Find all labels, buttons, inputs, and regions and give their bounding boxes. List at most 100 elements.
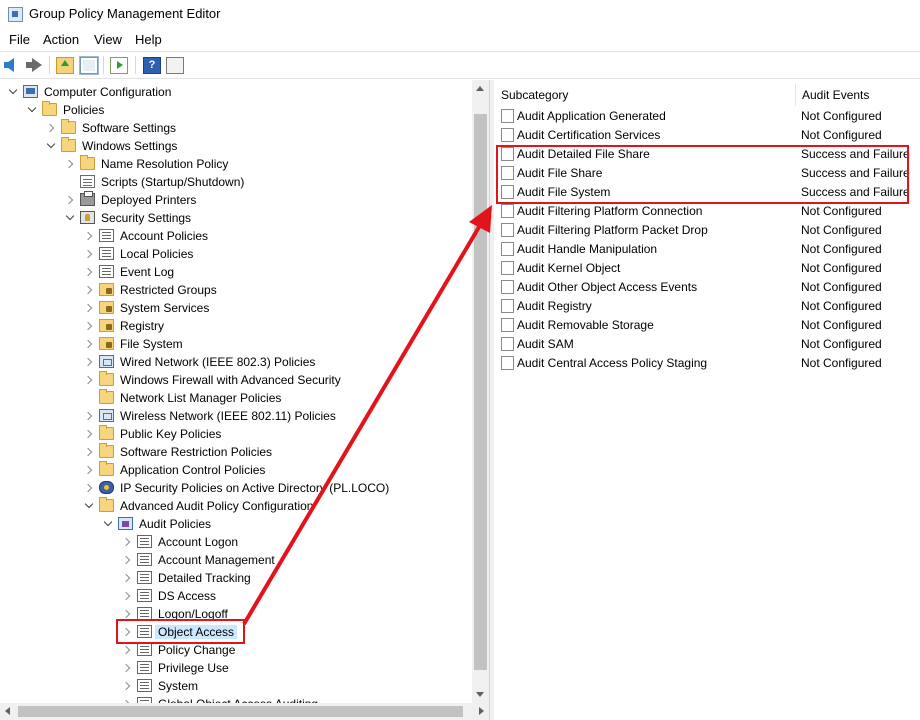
expand-chevron-icon[interactable]: [122, 533, 134, 551]
tree-node[interactable]: Windows Settings: [0, 137, 470, 155]
tree-node[interactable]: Scripts (Startup/Shutdown): [0, 173, 470, 191]
policy-icon: [137, 571, 152, 584]
list-item[interactable]: Audit Kernel Object Not Configured: [494, 259, 920, 278]
tree-node[interactable]: Audit Policies: [0, 515, 470, 533]
tree-node[interactable]: Account Management: [0, 551, 470, 569]
tree-vertical-scrollbar[interactable]: [472, 80, 489, 703]
back-icon[interactable]: [4, 56, 22, 74]
expand-chevron-icon[interactable]: [84, 479, 96, 497]
scroll-thumb[interactable]: [18, 706, 463, 717]
column-header-audit-events[interactable]: Audit Events: [795, 84, 913, 106]
audit-events-value: Not Configured: [801, 223, 882, 237]
tree-node[interactable]: Local Policies: [0, 245, 470, 263]
expand-chevron-icon[interactable]: [65, 155, 77, 173]
collapse-chevron-icon[interactable]: [65, 209, 77, 227]
tree-node[interactable]: Registry: [0, 317, 470, 335]
expand-chevron-icon[interactable]: [122, 677, 134, 695]
computer-icon: [23, 85, 38, 98]
tree-node-label: Account Logon: [158, 535, 239, 549]
expand-chevron-icon[interactable]: [84, 245, 96, 263]
list-item[interactable]: Audit SAM Not Configured: [494, 335, 920, 354]
collapse-chevron-icon[interactable]: [84, 497, 96, 515]
scroll-thumb[interactable]: [474, 114, 487, 670]
collapse-chevron-icon[interactable]: [27, 101, 39, 119]
expand-chevron-icon[interactable]: [122, 569, 134, 587]
tree-node[interactable]: Wired Network (IEEE 802.3) Policies: [0, 353, 470, 371]
tree-node[interactable]: Security Settings: [0, 209, 470, 227]
expand-chevron-icon[interactable]: [84, 461, 96, 479]
tree-node[interactable]: Computer Configuration: [0, 83, 470, 101]
expand-chevron-icon[interactable]: [84, 353, 96, 371]
expand-chevron-icon[interactable]: [84, 371, 96, 389]
tree-horizontal-scrollbar[interactable]: [0, 703, 489, 720]
view-icon[interactable]: [166, 57, 184, 74]
menu-view[interactable]: View: [94, 32, 122, 47]
tree-node[interactable]: File System: [0, 335, 470, 353]
tree-node[interactable]: System: [0, 677, 470, 695]
expand-chevron-icon[interactable]: [84, 425, 96, 443]
subcategory-name: Audit Filtering Platform Connection: [517, 204, 703, 218]
tree-node[interactable]: Wireless Network (IEEE 802.11) Policies: [0, 407, 470, 425]
list-item[interactable]: Audit Filtering Platform Connection Not C…: [494, 202, 920, 221]
expand-chevron-icon[interactable]: [84, 407, 96, 425]
tree-node-label: Account Management: [158, 553, 275, 567]
expand-chevron-icon[interactable]: [46, 119, 58, 137]
expand-chevron-icon[interactable]: [65, 191, 77, 209]
ipsec-icon: [99, 481, 114, 494]
tree-node[interactable]: Restricted Groups: [0, 281, 470, 299]
list-item[interactable]: Audit Other Object Access Events Not Conf…: [494, 278, 920, 297]
menu-help[interactable]: Help: [135, 32, 162, 47]
expand-chevron-icon[interactable]: [84, 263, 96, 281]
tree-node[interactable]: Windows Firewall with Advanced Security: [0, 371, 470, 389]
expand-chevron-icon[interactable]: [84, 317, 96, 335]
collapse-chevron-icon[interactable]: [46, 137, 58, 155]
column-header-subcategory[interactable]: Subcategory: [501, 84, 789, 106]
list-item[interactable]: Audit Central Access Policy Staging Not C…: [494, 354, 920, 373]
tree-node[interactable]: Network List Manager Policies: [0, 389, 470, 407]
help-icon[interactable]: ?: [143, 57, 161, 74]
list-item[interactable]: Audit Registry Not Configured: [494, 297, 920, 316]
expand-chevron-icon[interactable]: [122, 587, 134, 605]
tree-node[interactable]: Public Key Policies: [0, 425, 470, 443]
forward-icon[interactable]: [26, 56, 44, 74]
show-hide-tree-icon[interactable]: [79, 56, 99, 75]
scroll-left-icon[interactable]: [5, 707, 10, 715]
tree-node[interactable]: Account Logon: [0, 533, 470, 551]
tree-node[interactable]: Name Resolution Policy: [0, 155, 470, 173]
expand-chevron-icon[interactable]: [84, 443, 96, 461]
tree-node[interactable]: Deployed Printers: [0, 191, 470, 209]
expand-chevron-icon[interactable]: [84, 281, 96, 299]
tree-node[interactable]: Policies: [0, 101, 470, 119]
up-folder-icon[interactable]: [56, 57, 74, 74]
expand-chevron-icon[interactable]: [84, 335, 96, 353]
tree-node[interactable]: Detailed Tracking: [0, 569, 470, 587]
export-list-icon[interactable]: [110, 57, 128, 74]
subcategory-name: Audit Central Access Policy Staging: [517, 356, 708, 370]
expand-chevron-icon[interactable]: [84, 299, 96, 317]
tree-node[interactable]: DS Access: [0, 587, 470, 605]
list-item[interactable]: Audit Filtering Platform Packet Drop Not …: [494, 221, 920, 240]
list-item[interactable]: Audit Certification Services Not Configur…: [494, 126, 920, 145]
tree-node[interactable]: Software Settings: [0, 119, 470, 137]
tree-node[interactable]: IP Security Policies on Active Directory…: [0, 479, 470, 497]
list-item[interactable]: Audit Handle Manipulation Not Configured: [494, 240, 920, 259]
collapse-chevron-icon[interactable]: [8, 83, 20, 101]
tree-node[interactable]: Event Log: [0, 263, 470, 281]
expand-chevron-icon[interactable]: [84, 227, 96, 245]
collapse-chevron-icon[interactable]: [103, 515, 115, 533]
tree-node[interactable]: Account Policies: [0, 227, 470, 245]
tree-node[interactable]: Advanced Audit Policy Configuration: [0, 497, 470, 515]
menu-file[interactable]: File: [9, 32, 30, 47]
list-item[interactable]: Audit Removable Storage Not Configured: [494, 316, 920, 335]
tree-node[interactable]: System Services: [0, 299, 470, 317]
scroll-down-icon[interactable]: [476, 692, 484, 697]
tree-node[interactable]: Application Control Policies: [0, 461, 470, 479]
tree-node[interactable]: Software Restriction Policies: [0, 443, 470, 461]
list-item[interactable]: Audit Application Generated Not Configure…: [494, 107, 920, 126]
scroll-up-icon[interactable]: [476, 86, 484, 91]
scroll-right-icon[interactable]: [479, 707, 484, 715]
tree-node[interactable]: Privilege Use: [0, 659, 470, 677]
expand-chevron-icon[interactable]: [122, 659, 134, 677]
expand-chevron-icon[interactable]: [122, 551, 134, 569]
menu-action[interactable]: Action: [43, 32, 79, 47]
